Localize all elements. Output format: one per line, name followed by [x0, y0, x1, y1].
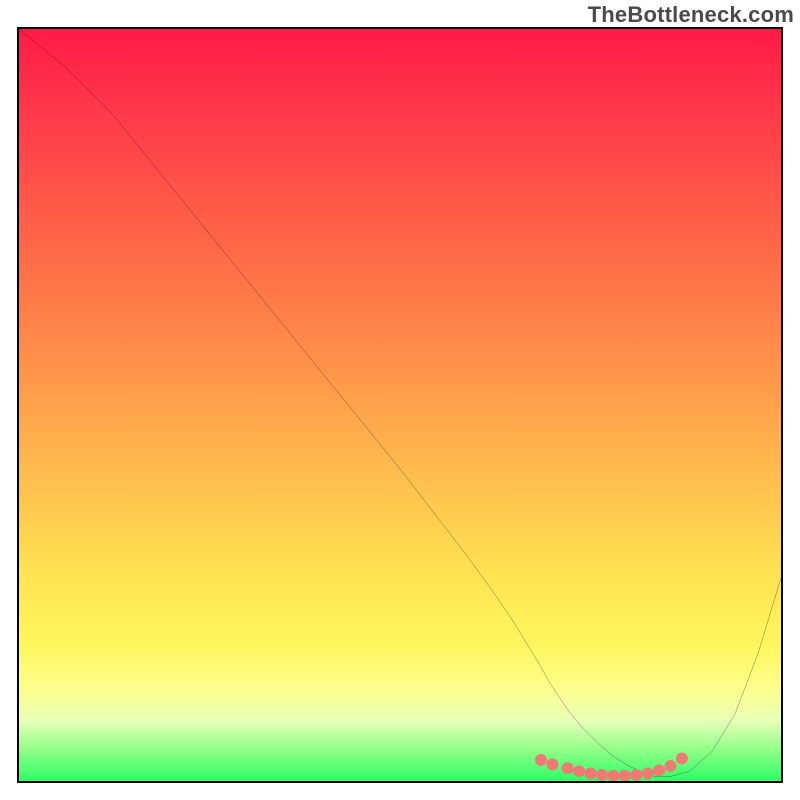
- minimum-dots: [535, 753, 688, 782]
- minimum-dot: [665, 760, 677, 772]
- minimum-dot: [573, 765, 585, 777]
- minimum-dot: [642, 768, 654, 780]
- curve-layer: [19, 29, 781, 781]
- minimum-dot: [653, 765, 665, 777]
- minimum-dot: [546, 759, 558, 771]
- minimum-dot: [562, 762, 574, 774]
- watermark-text: TheBottleneck.com: [588, 2, 794, 28]
- minimum-dot: [619, 770, 631, 782]
- minimum-dot: [596, 769, 608, 781]
- plot-area: [17, 27, 783, 783]
- minimum-dot: [607, 770, 619, 782]
- chart-frame: TheBottleneck.com: [0, 0, 800, 800]
- bottleneck-curve: [19, 29, 781, 776]
- minimum-dot: [535, 754, 547, 766]
- minimum-dot: [585, 768, 597, 780]
- minimum-dot: [676, 753, 688, 765]
- minimum-dot: [630, 769, 642, 781]
